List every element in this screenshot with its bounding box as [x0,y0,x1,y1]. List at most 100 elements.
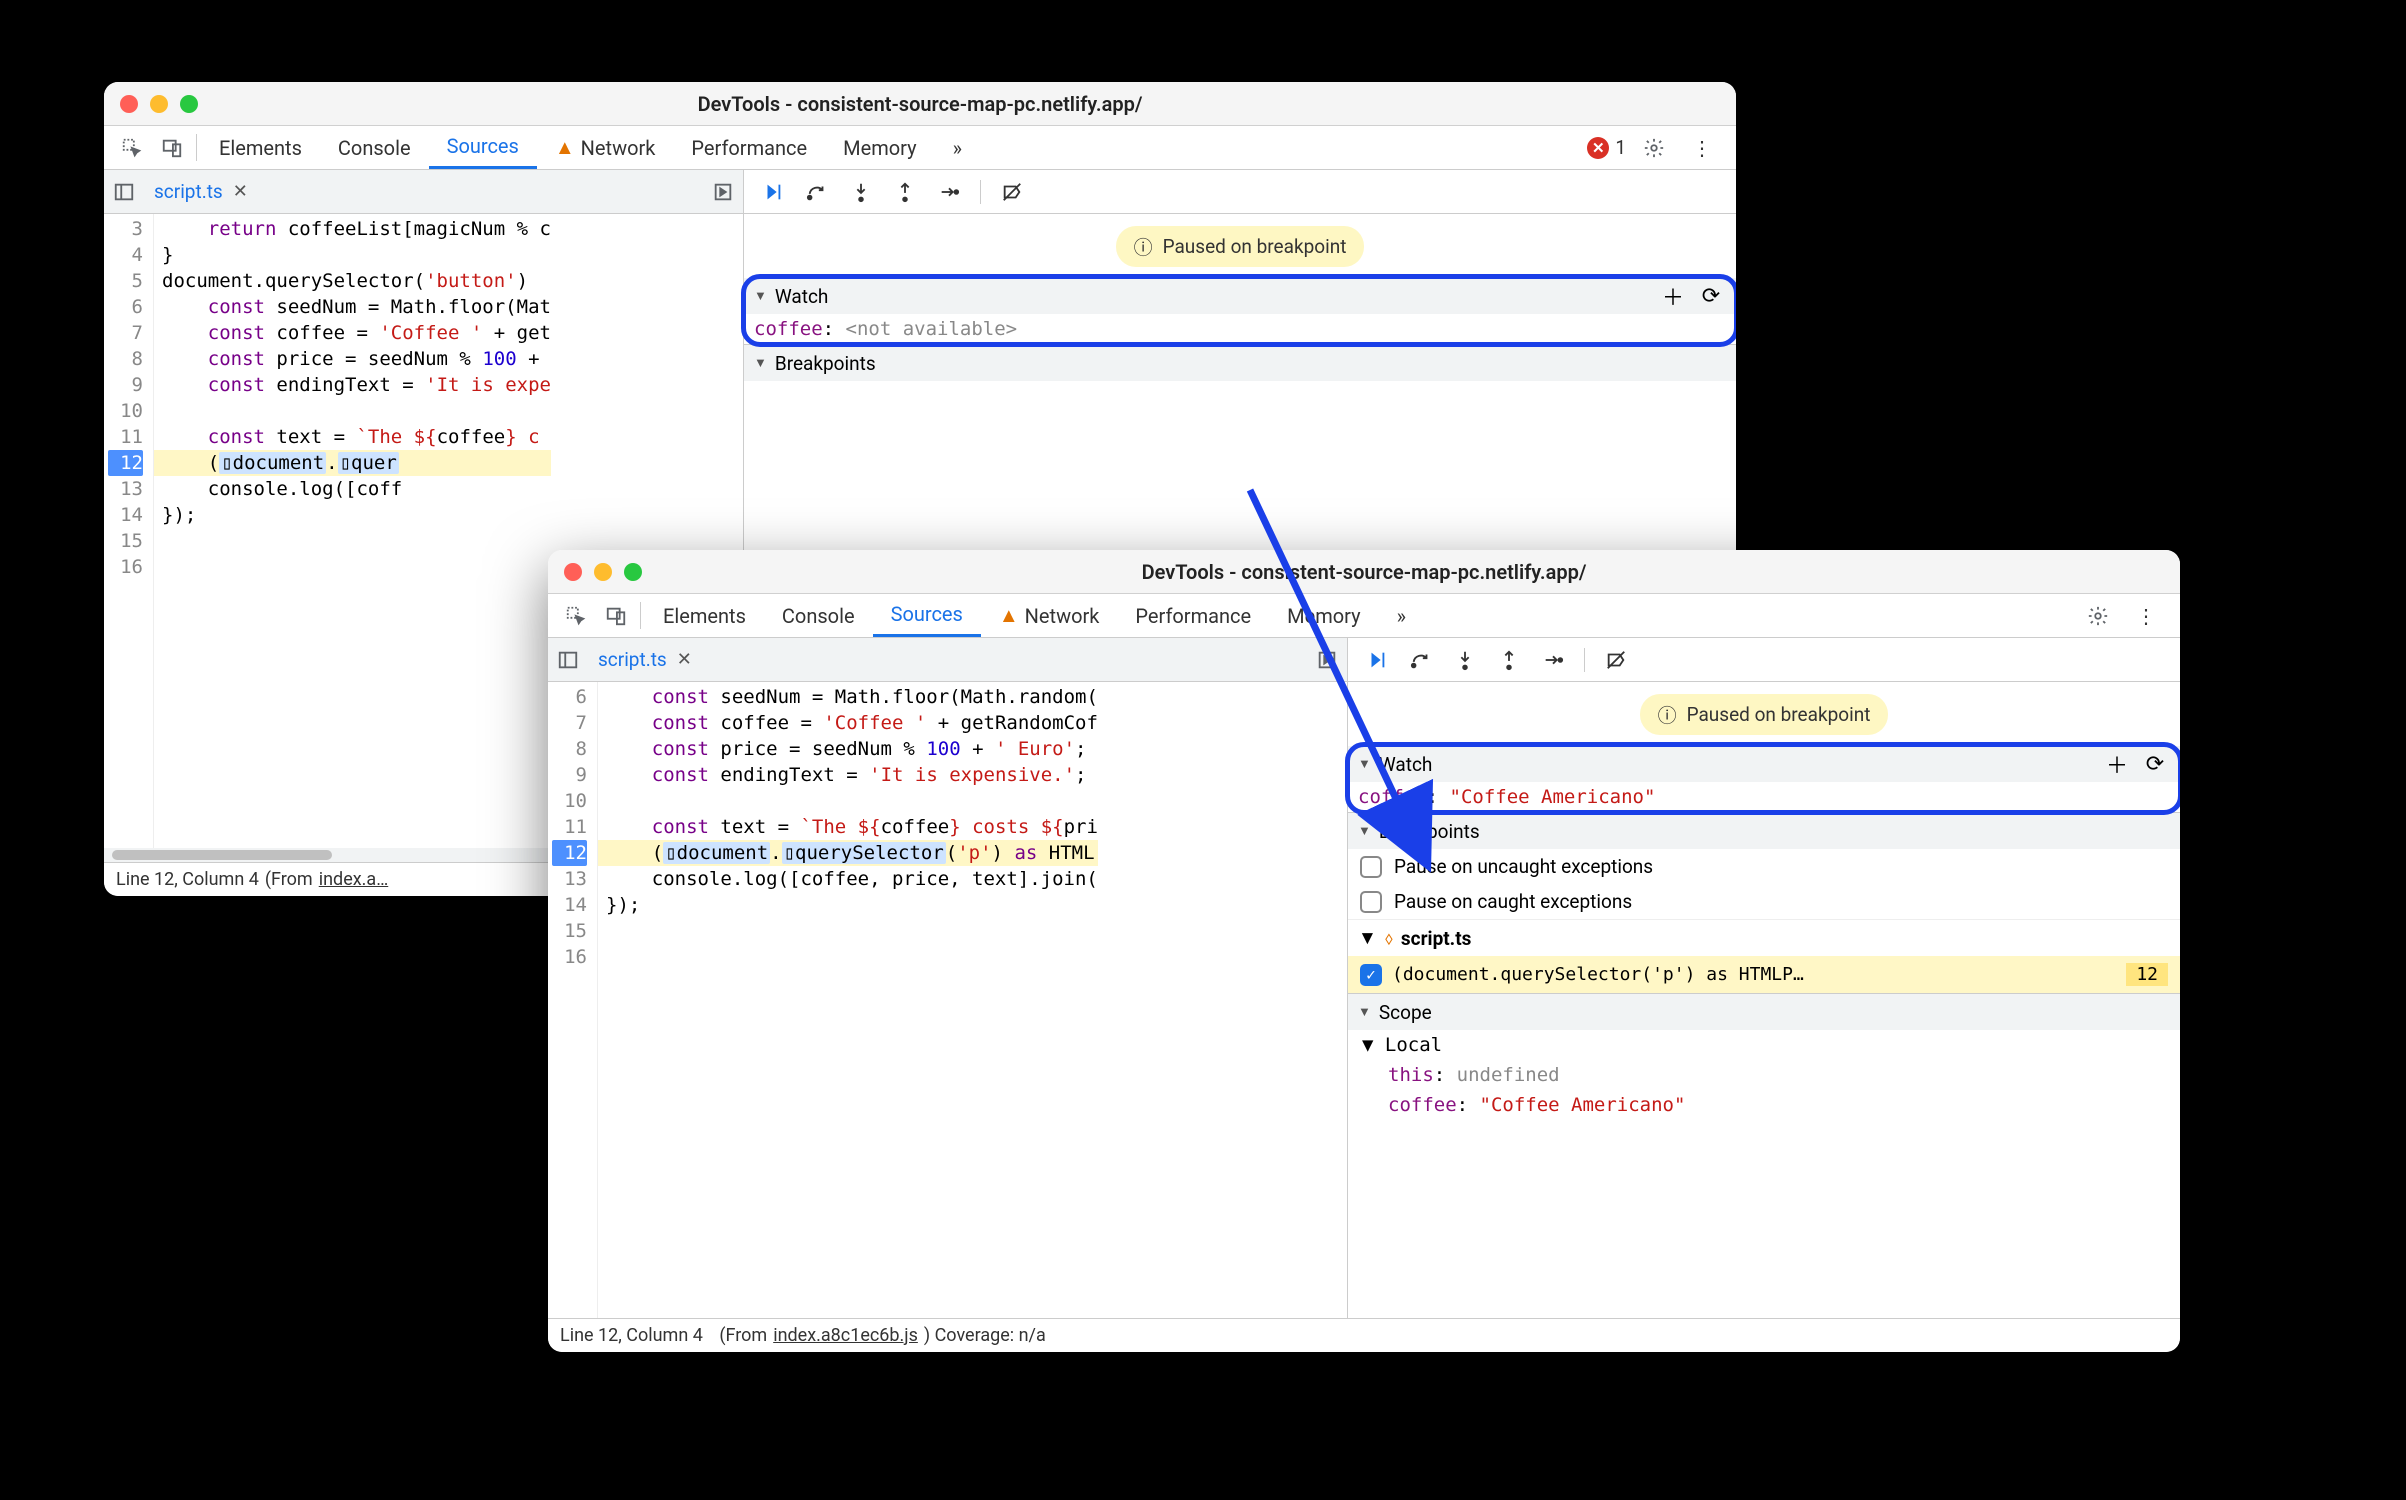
source-map-link[interactable]: index.a… [319,869,389,890]
tab-console[interactable]: Console [764,594,873,637]
separator [640,602,641,629]
deactivate-breakpoints-icon[interactable] [995,175,1029,209]
breakpoint-file-header[interactable]: ▼⬨script.ts [1348,919,2180,956]
file-tab[interactable]: script.ts✕ [144,180,258,203]
status-from-prefix: (From [719,1325,767,1346]
checkbox-checked-icon[interactable]: ✓ [1360,964,1382,986]
tab-console[interactable]: Console [320,126,429,169]
pause-uncaught-row[interactable]: Pause on uncaught exceptions [1348,849,2180,884]
tab-elements[interactable]: Elements [201,126,320,169]
add-watch-icon[interactable]: ＋ [1658,280,1688,312]
scope-var-coffee[interactable]: coffee: "Coffee Americano" [1348,1090,2180,1120]
inspect-element-icon[interactable] [556,594,596,637]
error-badge[interactable]: ✕1 [1587,136,1626,159]
scope-local-header[interactable]: ▼ Local [1348,1030,2180,1060]
watch-name: coffee [754,318,823,340]
watch-value: "Coffee Americano" [1450,786,1656,808]
zoom-window-icon[interactable] [624,563,642,581]
minimize-window-icon[interactable] [594,563,612,581]
step-icon[interactable] [932,175,966,209]
close-tab-icon[interactable]: ✕ [677,649,692,670]
tab-network-label: Network [581,136,656,160]
main-tab-strip: Elements Console Sources ▲Network Perfor… [548,594,2180,638]
window-title: DevTools - consistent-source-map-pc.netl… [548,560,2180,584]
devtools-window-after: DevTools - consistent-source-map-pc.netl… [548,550,2180,1352]
disclosure-icon: ▼ [1358,756,1371,772]
tab-sources[interactable]: Sources [429,126,537,169]
watch-value: <not available> [846,318,1018,340]
close-tab-icon[interactable]: ✕ [233,181,248,202]
settings-icon[interactable] [2078,605,2118,627]
add-watch-icon[interactable]: ＋ [2102,748,2132,780]
navigator-toggle-icon[interactable] [548,649,588,671]
step-into-icon[interactable] [844,175,878,209]
tab-memory[interactable]: Memory [1269,594,1378,637]
scope-var-this[interactable]: this: undefined [1348,1060,2180,1090]
breakpoint-entry[interactable]: ✓(document.querySelector('p') as HTMLP…1… [1348,956,2180,993]
kebab-menu-icon[interactable]: ⋮ [2126,604,2166,628]
device-toolbar-icon[interactable] [152,126,192,169]
window-controls [120,95,198,113]
resume-icon[interactable] [1360,643,1394,677]
debugger-toolbar [744,170,1736,214]
scrollbar-thumb[interactable] [112,850,332,860]
breakpoints-section: ▼ Breakpoints [744,344,1736,381]
step-into-icon[interactable] [1448,643,1482,677]
pause-caught-row[interactable]: Pause on caught exceptions [1348,884,2180,919]
tab-network[interactable]: ▲Network [981,594,1118,637]
breakpoints-header[interactable]: ▼ Breakpoints [1348,813,2180,849]
file-tab[interactable]: script.ts ✕ [588,648,702,671]
watch-expression[interactable]: coffee: "Coffee Americano" [1348,782,2180,812]
breakpoints-header[interactable]: ▼ Breakpoints [744,345,1736,381]
settings-icon[interactable] [1634,137,1674,159]
deactivate-breakpoints-icon[interactable] [1599,643,1633,677]
watch-header[interactable]: ▼ Watch ＋ ⟳ [1348,746,2180,782]
more-tabs-icon[interactable] [1307,649,1347,671]
source-map-link[interactable]: index.a8c1ec6b.js [773,1325,918,1346]
tab-elements[interactable]: Elements [645,594,764,637]
breakpoint-file-name: script.ts [1401,927,1471,950]
checkbox-icon[interactable] [1360,891,1382,913]
watch-expression[interactable]: coffee: <not available> [744,314,1736,344]
scope-header[interactable]: ▼Scope [1348,994,2180,1030]
step-icon[interactable] [1536,643,1570,677]
scope-label: Scope [1379,1001,1432,1024]
watch-header[interactable]: ▼ Watch ＋ ⟳ [744,278,1736,314]
tab-performance[interactable]: Performance [1117,594,1269,637]
inspect-element-icon[interactable] [112,126,152,169]
step-over-icon[interactable] [800,175,834,209]
zoom-window-icon[interactable] [180,95,198,113]
scope-this-name: this [1388,1064,1434,1086]
device-toolbar-icon[interactable] [596,594,636,637]
checkbox-icon[interactable] [1360,856,1382,878]
close-window-icon[interactable] [564,563,582,581]
disclosure-icon: ▼ [754,288,767,304]
resume-icon[interactable] [756,175,790,209]
refresh-watch-icon[interactable]: ⟳ [2140,752,2170,777]
coverage-label: ) Coverage: n/a [924,1325,1046,1346]
paused-label: Paused on breakpoint [1163,235,1347,258]
code-editor[interactable]: 678910111213141516 const seedNum = Math.… [548,682,1347,1318]
step-over-icon[interactable] [1404,643,1438,677]
tab-memory[interactable]: Memory [825,126,934,169]
breakpoints-label: Breakpoints [1379,820,1480,843]
status-from-prefix: (From [265,869,313,890]
tab-overflow[interactable]: » [1379,594,1424,637]
tab-network[interactable]: ▲Network [537,126,674,169]
step-out-icon[interactable] [1492,643,1526,677]
disclosure-icon: ▼ [1358,823,1371,839]
step-out-icon[interactable] [888,175,922,209]
file-tab-label: script.ts [598,648,667,671]
refresh-watch-icon[interactable]: ⟳ [1696,284,1726,309]
cursor-position: Line 12, Column 4 [560,1325,703,1346]
navigator-toggle-icon[interactable] [104,181,144,203]
kebab-menu-icon[interactable]: ⋮ [1682,136,1722,160]
minimize-window-icon[interactable] [150,95,168,113]
pause-uncaught-label: Pause on uncaught exceptions [1394,855,1653,878]
watch-label: Watch [1379,753,1433,776]
tab-performance[interactable]: Performance [673,126,825,169]
close-window-icon[interactable] [120,95,138,113]
tab-overflow[interactable]: » [935,126,980,169]
more-tabs-icon[interactable] [703,181,743,203]
tab-sources[interactable]: Sources [873,594,981,637]
